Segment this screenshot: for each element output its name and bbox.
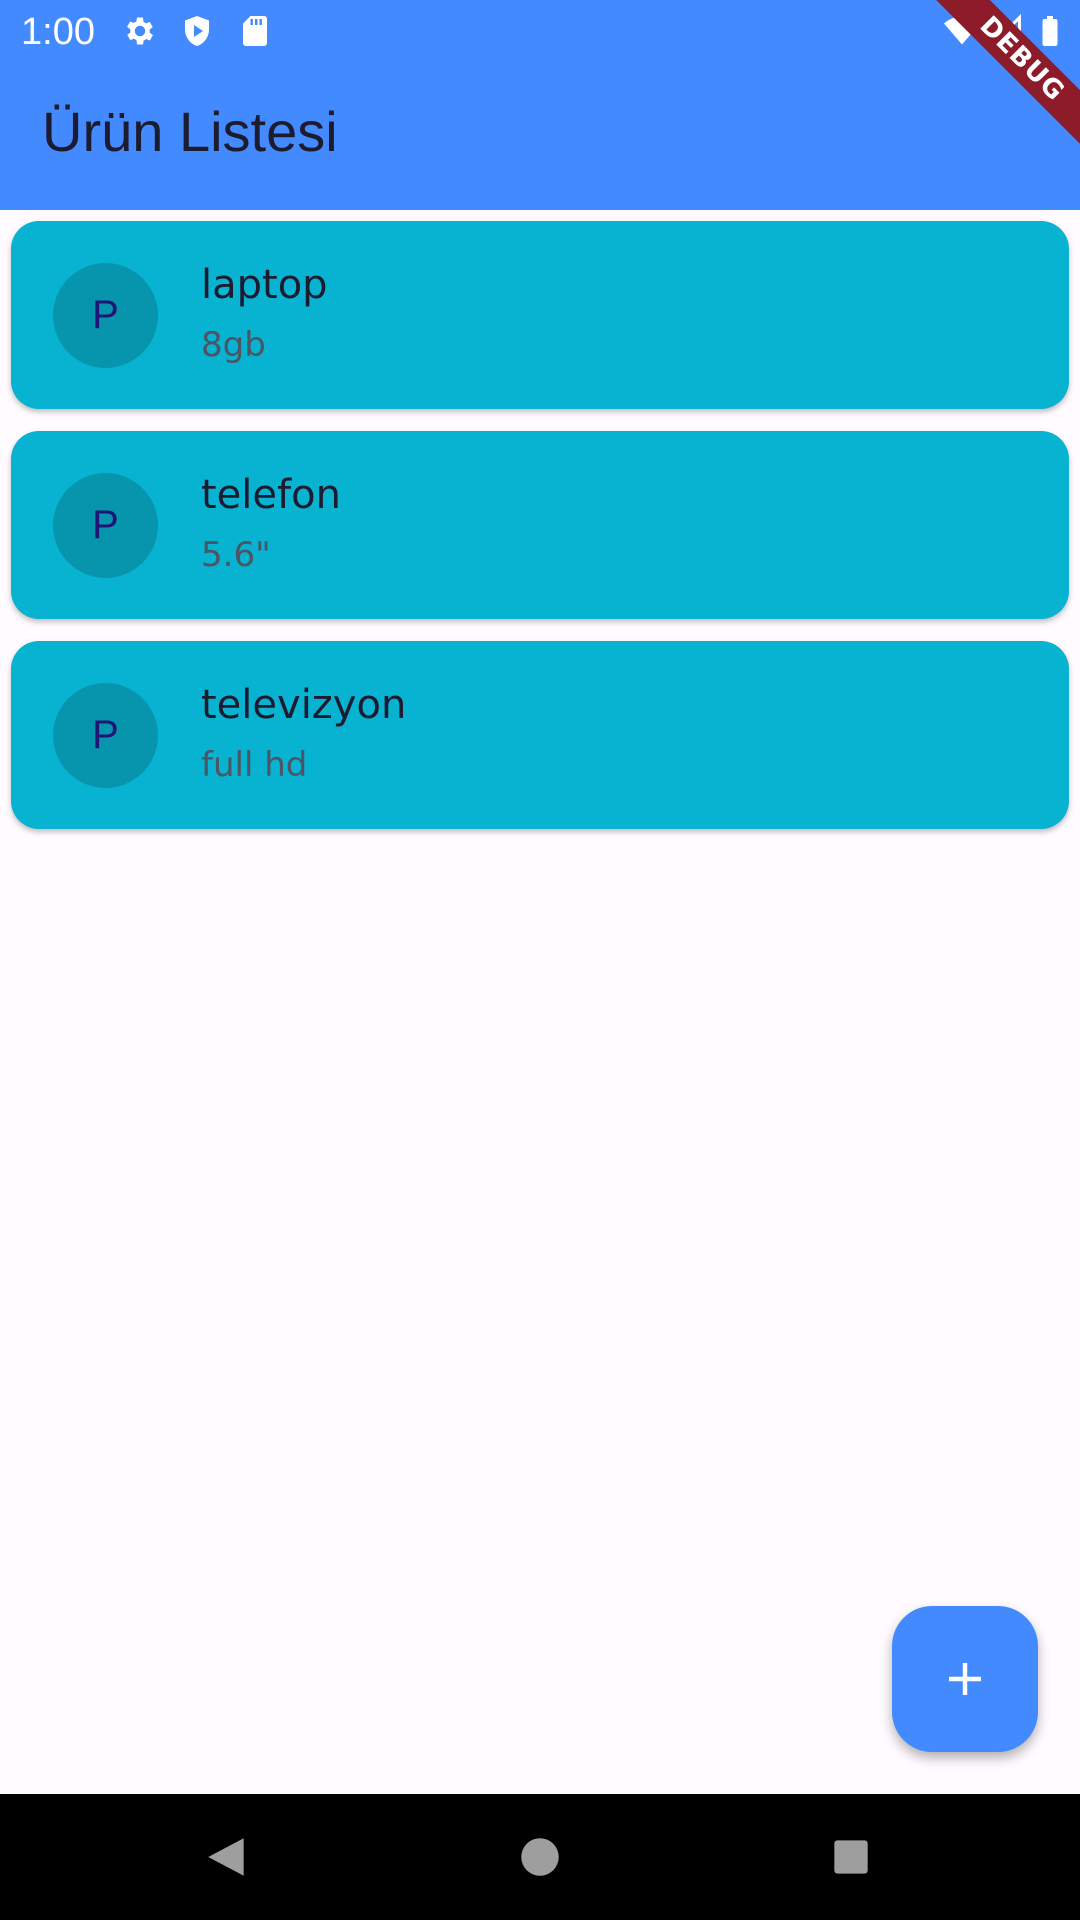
page-title: Ürün Listesi	[42, 100, 338, 163]
avatar: P	[53, 263, 158, 368]
signal-icon	[988, 13, 1024, 49]
status-bar: 1:00	[0, 0, 1080, 64]
avatar: P	[53, 473, 158, 578]
play-protect-icon	[179, 13, 215, 49]
item-subtitle: full hd	[201, 745, 308, 785]
list-item[interactable]: P televizyon full hd	[11, 641, 1069, 829]
item-subtitle: 8gb	[201, 325, 266, 365]
item-title: laptop	[201, 262, 328, 308]
add-icon	[949, 1663, 981, 1695]
sd-card-icon	[237, 13, 273, 49]
battery-icon	[1032, 13, 1068, 49]
item-title: televizyon	[201, 682, 407, 728]
item-title: telefon	[201, 472, 341, 518]
back-icon[interactable]	[202, 1832, 252, 1882]
status-time: 1:00	[21, 11, 95, 53]
avatar: P	[53, 683, 158, 788]
product-list: P laptop 8gb P telefon 5.6" P televizyon…	[11, 221, 1069, 851]
list-item[interactable]: P telefon 5.6"	[11, 431, 1069, 619]
recents-icon[interactable]	[826, 1832, 876, 1882]
home-icon[interactable]	[515, 1832, 565, 1882]
settings-icon	[122, 13, 158, 49]
list-item[interactable]: P laptop 8gb	[11, 221, 1069, 409]
screen: 1:00 Ürün Listesi DEBUG P laptop 8gb P t…	[0, 0, 1080, 1920]
add-product-button[interactable]	[892, 1606, 1038, 1752]
wifi-icon	[944, 13, 980, 49]
app-bar: Ürün Listesi	[0, 64, 1080, 210]
item-subtitle: 5.6"	[201, 535, 271, 575]
navigation-bar	[0, 1794, 1080, 1920]
